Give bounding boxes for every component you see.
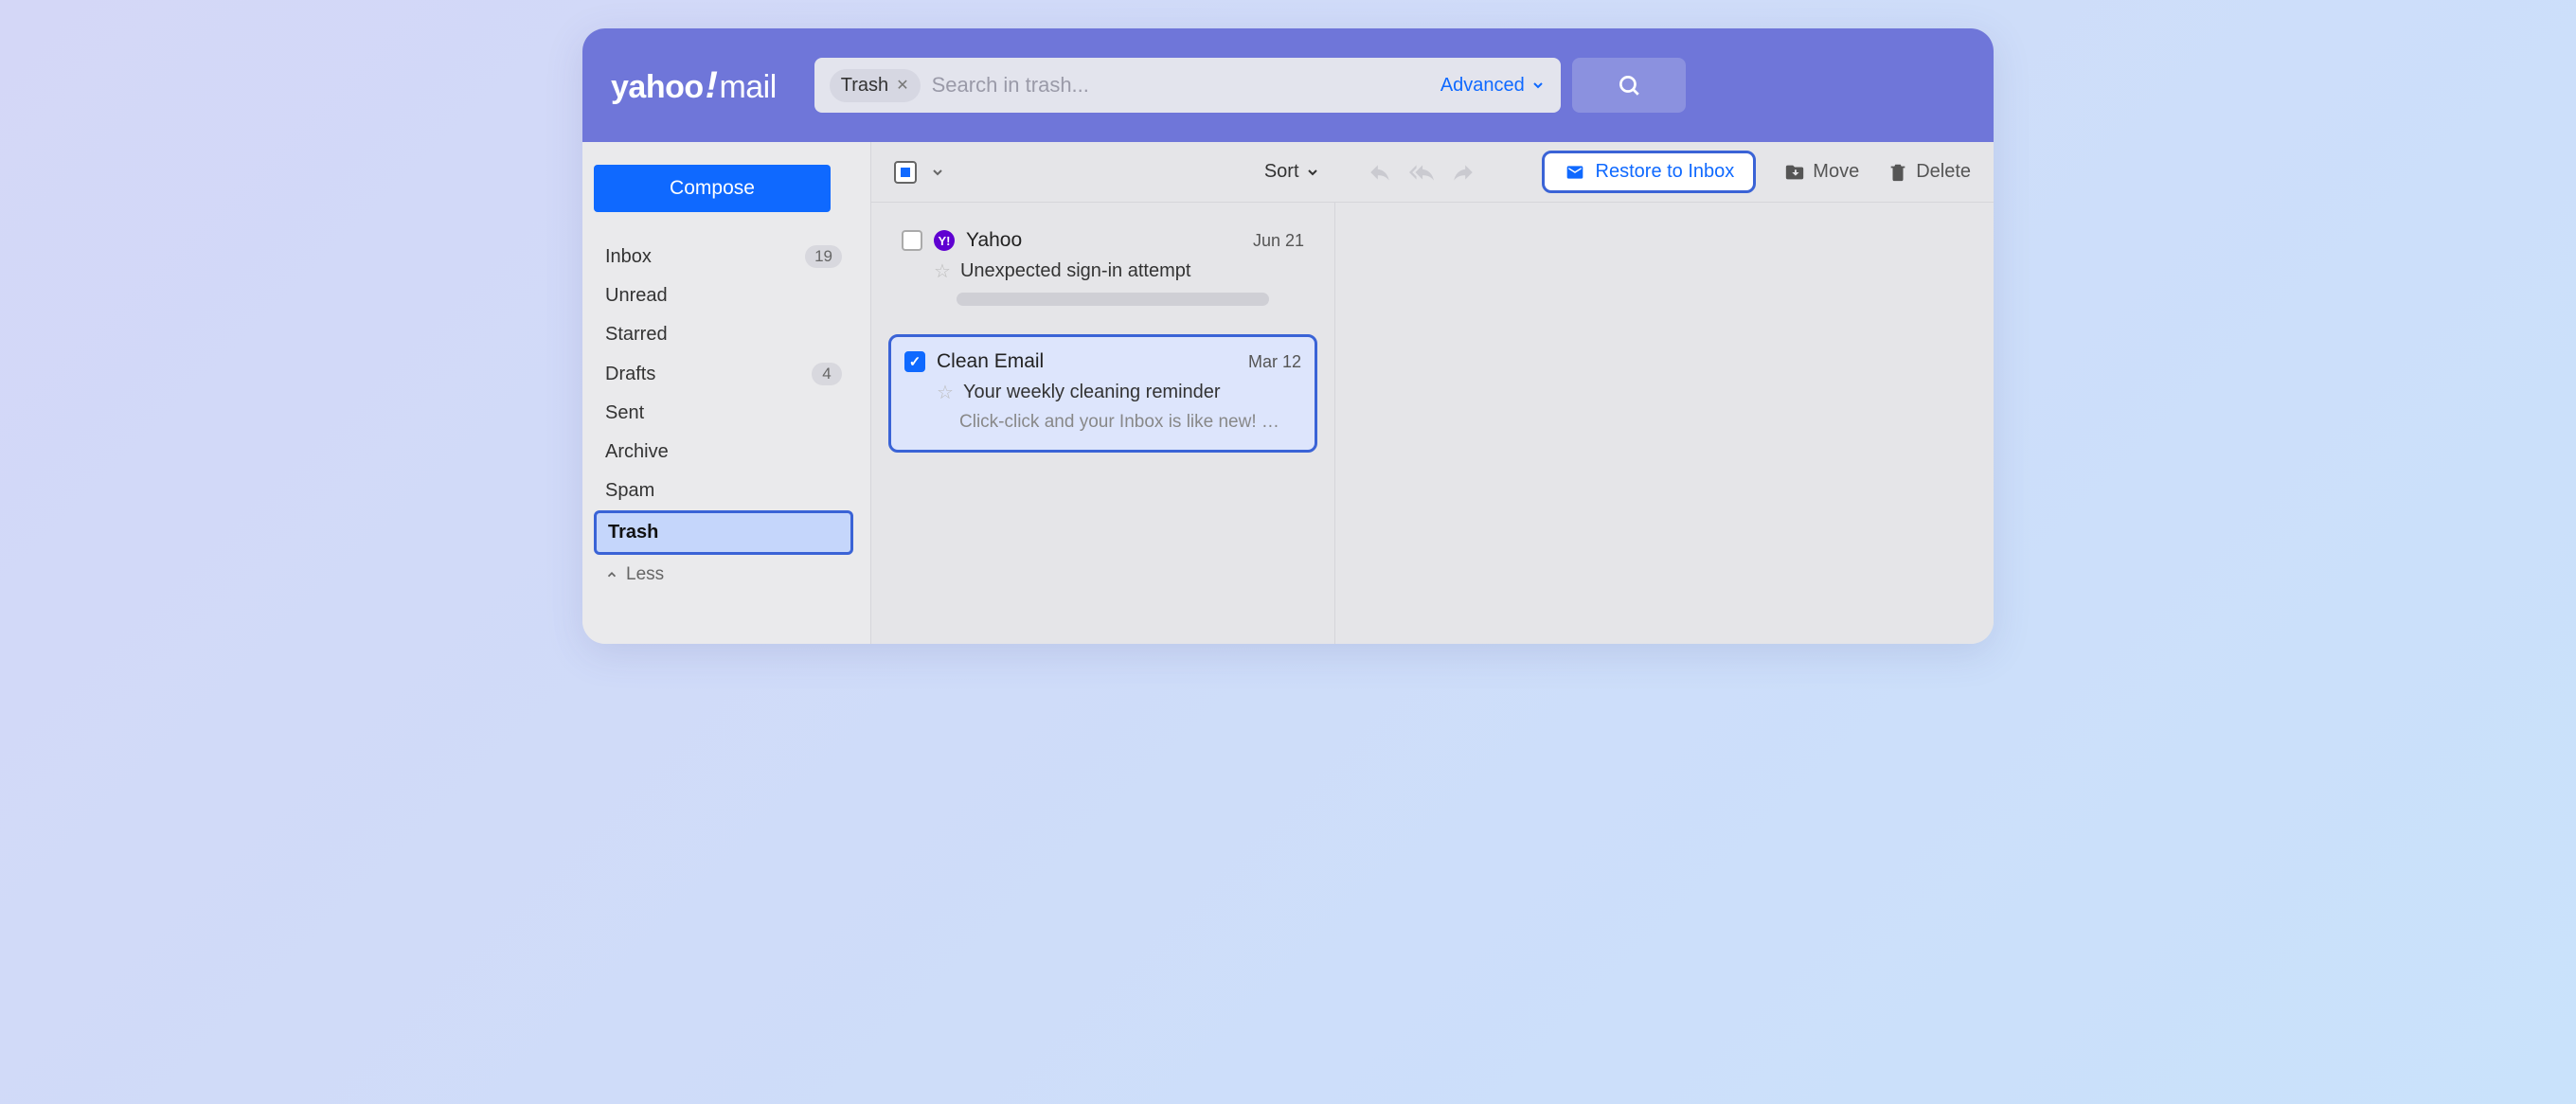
star-icon[interactable]: ☆ <box>934 259 951 283</box>
folder-label: Starred <box>605 324 668 346</box>
message-list: Y! Yahoo Jun 21 ☆ Unexpected sign-in attempt… <box>871 203 1335 644</box>
reply-all-icon[interactable] <box>1409 160 1434 185</box>
sort-button[interactable]: Sort <box>1264 161 1320 183</box>
less-label: Less <box>626 564 664 585</box>
header-bar: yahoo ! mail Trash ✕ Advanced <box>582 28 1994 142</box>
search-scope-chip[interactable]: Trash ✕ <box>830 69 921 102</box>
folder-label: Sent <box>605 402 644 424</box>
star-icon[interactable]: ☆ <box>937 381 954 404</box>
close-icon[interactable]: ✕ <box>896 76 908 95</box>
delete-label: Delete <box>1916 161 1971 183</box>
yahoo-mail-logo: yahoo ! mail <box>611 64 777 107</box>
move-icon <box>1784 162 1805 183</box>
sort-label: Sort <box>1264 161 1299 183</box>
logo-text-yahoo: yahoo <box>611 69 704 106</box>
collapse-folders[interactable]: Less <box>594 555 853 595</box>
sidebar-folder-archive[interactable]: Archive <box>594 433 853 472</box>
message-checkbox[interactable] <box>902 230 922 251</box>
select-all-checkbox[interactable] <box>894 161 917 184</box>
reply-icon[interactable] <box>1368 160 1392 185</box>
logo-text-mail: mail <box>719 69 776 106</box>
message-sender: Yahoo <box>966 229 1242 252</box>
message-subject-row: ☆ Your weekly cleaning reminder <box>904 381 1301 404</box>
folder-count-badge: 4 <box>812 363 842 385</box>
search-region: Trash ✕ Advanced <box>814 58 1686 113</box>
sidebar-folder-trash[interactable]: Trash <box>594 510 853 555</box>
sidebar-folder-drafts[interactable]: Drafts 4 <box>594 354 853 394</box>
chevron-down-icon[interactable] <box>930 165 945 180</box>
move-label: Move <box>1813 161 1859 183</box>
folder-list: Inbox 19 Unread Starred Drafts 4 Sent Archive Sp… <box>594 237 853 555</box>
restore-label: Restore to Inbox <box>1596 161 1735 183</box>
sidebar-folder-inbox[interactable]: Inbox 19 <box>594 237 853 276</box>
folder-label: Archive <box>605 441 669 463</box>
snippet-placeholder <box>957 293 1269 306</box>
message-date: Jun 21 <box>1253 231 1304 251</box>
search-chip-label: Trash <box>841 75 888 97</box>
message-preview-pane <box>1335 203 1994 644</box>
main-region: Sort Restore to Inbox Move <box>871 142 1994 644</box>
folder-label: Spam <box>605 480 654 502</box>
sidebar-folder-unread[interactable]: Unread <box>594 276 853 315</box>
advanced-search-link[interactable]: Advanced <box>1440 75 1546 97</box>
folder-label: Unread <box>605 285 668 307</box>
search-bar[interactable]: Trash ✕ Advanced <box>814 58 1561 113</box>
sidebar-folder-spam[interactable]: Spam <box>594 472 853 510</box>
message-item[interactable]: Y! Yahoo Jun 21 ☆ Unexpected sign-in attempt <box>888 216 1317 323</box>
message-subject-row: ☆ Unexpected sign-in attempt <box>902 259 1304 283</box>
message-header-row: Clean Email Mar 12 <box>904 350 1301 373</box>
message-date: Mar 12 <box>1248 352 1301 372</box>
sidebar-folder-sent[interactable]: Sent <box>594 394 853 433</box>
message-item[interactable]: Clean Email Mar 12 ☆ Your weekly cleaning r… <box>888 334 1317 453</box>
inbox-icon <box>1564 163 1586 182</box>
folder-count-badge: 19 <box>805 245 842 268</box>
delete-button[interactable]: Delete <box>1887 161 1971 183</box>
folder-label: Inbox <box>605 246 652 268</box>
message-subject: Unexpected sign-in attempt <box>960 260 1190 282</box>
message-sender: Clean Email <box>937 350 1237 373</box>
chevron-up-icon <box>605 568 618 581</box>
compose-label: Compose <box>670 177 755 200</box>
chevron-down-icon <box>1305 165 1320 180</box>
folder-label: Trash <box>608 522 658 543</box>
forward-icon[interactable] <box>1451 160 1476 185</box>
search-input[interactable] <box>932 73 1429 98</box>
message-checkbox[interactable] <box>904 351 925 372</box>
body-region: Compose Inbox 19 Unread Starred Drafts 4 Sent A… <box>582 142 1994 644</box>
folder-label: Drafts <box>605 364 655 385</box>
logo-bang: ! <box>706 64 718 107</box>
nav-arrows <box>1368 160 1476 185</box>
advanced-label: Advanced <box>1440 75 1525 97</box>
message-toolbar: Sort Restore to Inbox Move <box>871 142 1994 203</box>
sidebar-folder-starred[interactable]: Starred <box>594 315 853 354</box>
message-header-row: Y! Yahoo Jun 21 <box>902 229 1304 252</box>
search-button[interactable] <box>1572 58 1686 113</box>
sender-avatar-icon: Y! <box>934 230 955 251</box>
trash-icon <box>1887 162 1908 183</box>
chevron-down-icon <box>1530 78 1546 93</box>
mail-window: yahoo ! mail Trash ✕ Advanced <box>582 28 1994 644</box>
restore-to-inbox-button[interactable]: Restore to Inbox <box>1542 151 1757 193</box>
compose-button[interactable]: Compose <box>594 165 831 212</box>
search-icon <box>1617 73 1641 98</box>
content-split: Y! Yahoo Jun 21 ☆ Unexpected sign-in attempt… <box>871 203 1994 644</box>
message-snippet: Click-click and your Inbox is like new! … <box>904 412 1301 433</box>
sidebar: Compose Inbox 19 Unread Starred Drafts 4 Sent A… <box>582 142 871 644</box>
move-button[interactable]: Move <box>1784 161 1859 183</box>
message-subject: Your weekly cleaning reminder <box>963 382 1221 403</box>
